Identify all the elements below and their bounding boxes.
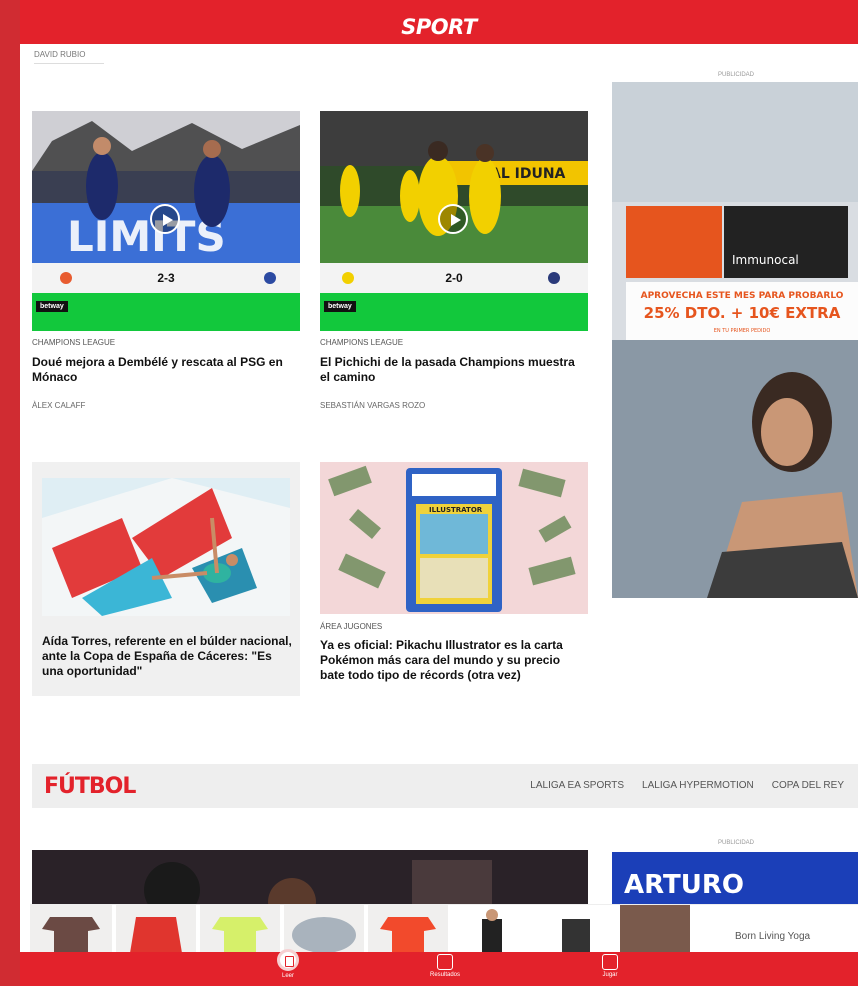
card-title[interactable]: Aída Torres, referente en el búlder naci… bbox=[42, 634, 292, 679]
article-image[interactable] bbox=[42, 478, 290, 616]
betway-banner[interactable]: betway bbox=[320, 293, 588, 331]
ad-label: PUBLICIDAD bbox=[718, 72, 755, 78]
arturo-ad-text: ARTURO bbox=[624, 870, 744, 900]
section-title[interactable]: FÚTBOL bbox=[44, 774, 136, 799]
ad-line3: EN TU PRIMER PEDIDO bbox=[714, 328, 771, 334]
left-sidebar-strip bbox=[0, 0, 20, 986]
card-label: ILLUSTRATOR bbox=[429, 506, 483, 514]
product-thumbnails bbox=[30, 905, 690, 952]
results-icon bbox=[437, 954, 454, 970]
card-category[interactable]: CHAMPIONS LEAGUE bbox=[32, 338, 115, 347]
atalanta-crest-icon bbox=[548, 272, 560, 284]
play-icon[interactable] bbox=[150, 204, 180, 234]
card-category[interactable]: CHAMPIONS LEAGUE bbox=[320, 338, 403, 347]
betway-logo: betway bbox=[324, 301, 356, 312]
card-title[interactable]: Ya es oficial: Pikachu Illustrator es la… bbox=[320, 638, 588, 683]
monaco-crest-icon bbox=[60, 272, 72, 284]
article-image[interactable] bbox=[32, 850, 588, 910]
article-card[interactable]: ILLUSTRATOR ÁREA JUGONES Ya es oficial: … bbox=[320, 462, 588, 722]
ad-brand: Immunocal bbox=[732, 253, 799, 267]
section-links: LALIGA EA SPORTS LALIGA HYPERMOTION COPA… bbox=[530, 780, 844, 791]
psg-crest-icon bbox=[264, 272, 276, 284]
sport-logo[interactable]: SPORT bbox=[401, 15, 477, 39]
match-photo: AL IDUNA bbox=[320, 111, 588, 263]
betway-banner[interactable]: betway bbox=[32, 293, 300, 331]
play-icon[interactable] bbox=[438, 204, 468, 234]
top-strip bbox=[0, 0, 858, 10]
ad-line1: APROVECHA ESTE MES PARA PROBARLO bbox=[641, 291, 844, 301]
match-score: 2-0 bbox=[445, 271, 463, 285]
immunocal-ad-image: Immunocal APROVECHA ESTE MES PARA PROBAR… bbox=[612, 82, 858, 598]
scoreboard: 2-3 bbox=[32, 263, 300, 293]
product-ad-strip[interactable]: Born Living Yoga bbox=[30, 904, 858, 952]
nav-label: Leer bbox=[281, 973, 294, 979]
match-score: 2-3 bbox=[157, 271, 175, 285]
main-content: DAVID RUBIO LIMITS 2-3 betway CHAMPIONS … bbox=[20, 44, 858, 952]
dice-icon bbox=[602, 954, 618, 970]
article-image[interactable]: AL IDUNA 2-0 betway bbox=[320, 111, 588, 331]
section-link-copa-del-rey[interactable]: COPA DEL REY bbox=[772, 780, 844, 791]
card-category[interactable]: ÁREA JUGONES bbox=[320, 622, 382, 631]
section-link-laliga-hypermotion[interactable]: LALIGA HYPERMOTION bbox=[642, 780, 754, 791]
card-author[interactable]: SEBASTIÁN VARGAS ROZO bbox=[320, 401, 425, 410]
article-image[interactable]: ILLUSTRATOR bbox=[320, 462, 588, 614]
betway-logo: betway bbox=[36, 301, 68, 312]
match-photo: LIMITS bbox=[32, 111, 300, 263]
nav-label: Resultados bbox=[430, 972, 461, 978]
card-title[interactable]: El Pichichi de la pasada Champions muest… bbox=[320, 355, 588, 385]
site-header: SPORT bbox=[20, 10, 858, 44]
football-section-bar: FÚTBOL LALIGA EA SPORTS LALIGA HYPERMOTI… bbox=[32, 764, 858, 808]
card-title[interactable]: Doué mejora a Dembélé y rescata al PSG e… bbox=[32, 355, 300, 385]
crowd-photo bbox=[32, 850, 588, 910]
card-author[interactable]: ÀLEX CALAFF bbox=[32, 401, 85, 410]
immunocal-ad[interactable]: Immunocal APROVECHA ESTE MES PARA PROBAR… bbox=[612, 82, 858, 598]
nav-item-resultados[interactable]: Resultados bbox=[430, 954, 460, 978]
nav-item-jugar[interactable]: Jugar bbox=[602, 954, 618, 978]
ad-label: PUBLICIDAD bbox=[718, 840, 755, 846]
article-card[interactable]: AL IDUNA 2-0 betway CHAMPIONS LEAGUE El … bbox=[320, 111, 588, 421]
overlay-text: AL IDUNA bbox=[490, 166, 566, 182]
climbing-photo bbox=[42, 478, 290, 616]
article-card[interactable]: Aída Torres, referente en el búlder naci… bbox=[32, 462, 300, 696]
bottom-nav: Leer Resultados Jugar bbox=[20, 949, 858, 986]
dortmund-crest-icon bbox=[342, 272, 354, 284]
ad-line2: 25% DTO. + 10€ EXTRA bbox=[644, 304, 841, 322]
divider bbox=[34, 63, 104, 64]
article-image[interactable]: LIMITS 2-3 betway bbox=[32, 111, 300, 331]
read-icon bbox=[277, 949, 299, 971]
top-author[interactable]: DAVID RUBIO bbox=[34, 50, 85, 59]
pokemon-card-photo: ILLUSTRATOR bbox=[320, 462, 588, 614]
arturo-ad[interactable]: ARTURO bbox=[612, 852, 858, 904]
scoreboard: 2-0 bbox=[320, 263, 588, 293]
section-link-laliga-ea-sports[interactable]: LALIGA EA SPORTS bbox=[530, 780, 624, 791]
nav-item-leer[interactable]: Leer bbox=[277, 949, 299, 979]
article-card[interactable]: LIMITS 2-3 betway CHAMPIONS LEAGUE Doué … bbox=[32, 111, 300, 421]
nav-label: Jugar bbox=[602, 972, 618, 978]
bottom-ad-brand[interactable]: Born Living Yoga bbox=[735, 931, 810, 942]
